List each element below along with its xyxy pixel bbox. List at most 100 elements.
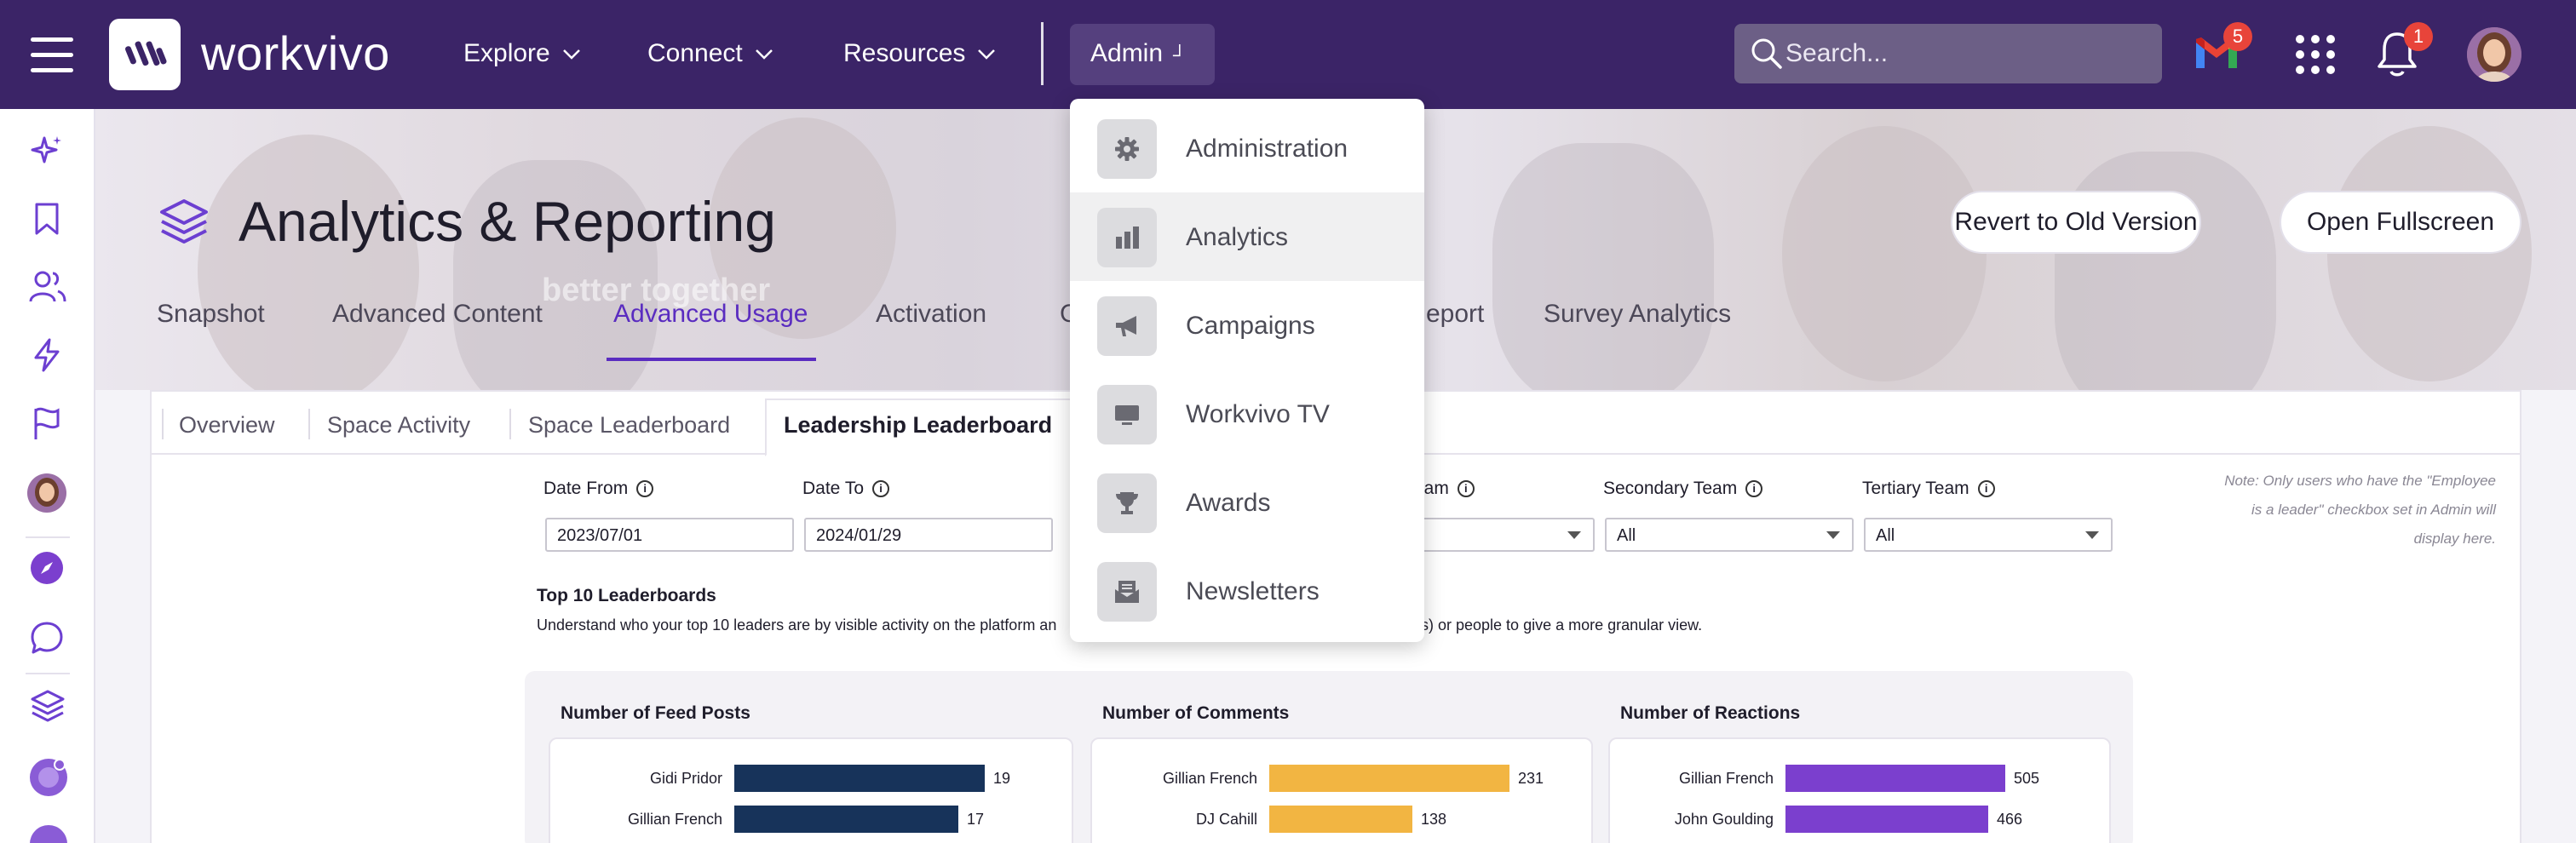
date-to-label-text: Date To xyxy=(802,479,864,498)
hamburger-menu-icon[interactable] xyxy=(31,37,73,72)
left-rail xyxy=(0,109,95,843)
secondary-team-label-text: Secondary Team xyxy=(1603,479,1738,498)
chart-title-reactions: Number of Reactions xyxy=(1620,703,1801,723)
menu-label: Newsletters xyxy=(1186,577,1320,605)
subtab-space-activity[interactable]: Space Activity xyxy=(327,412,470,439)
open-fullscreen-button[interactable]: Open Fullscreen xyxy=(2280,191,2521,254)
admin-dropdown-menu: Administration Analytics Campaigns Workv… xyxy=(1070,99,1424,642)
bar-label: Gillian French xyxy=(1678,770,1774,787)
flag-icon[interactable] xyxy=(29,405,65,441)
tab-activation[interactable]: Activation xyxy=(876,300,986,329)
tab-snapshot[interactable]: Snapshot xyxy=(157,300,265,329)
team-select[interactable] xyxy=(1414,518,1595,552)
secondary-team-select[interactable]: All xyxy=(1605,518,1854,552)
tertiary-team-label-text: Tertiary Team xyxy=(1862,479,1969,498)
info-icon[interactable]: i xyxy=(872,480,889,498)
date-from-input[interactable]: 2023/07/01 xyxy=(545,518,794,552)
bar-label: DJ Cahill xyxy=(1195,811,1257,828)
tv-icon xyxy=(1097,385,1157,444)
chart-bar[interactable] xyxy=(734,765,985,792)
sparkle-icon[interactable] xyxy=(29,133,65,169)
notifications-badge: 1 xyxy=(2404,22,2433,51)
gear-icon xyxy=(1097,119,1157,179)
info-icon[interactable]: i xyxy=(636,480,654,498)
lightning-icon[interactable] xyxy=(29,337,65,373)
trophy-icon xyxy=(1097,473,1157,533)
user-avatar[interactable] xyxy=(2467,27,2521,82)
newsletter-icon xyxy=(1097,562,1157,622)
chart-title-feed-posts: Number of Feed Posts xyxy=(561,703,750,723)
bookmark-icon[interactable] xyxy=(29,201,65,237)
chevron-down-icon xyxy=(562,49,580,60)
bar-label: Gidi Pridor xyxy=(649,770,722,787)
dropdown-arrow-icon xyxy=(2085,531,2099,539)
top-bar: workvivo Explore Connect Resources Admin… xyxy=(0,0,2576,109)
rail-divider xyxy=(26,536,70,538)
rail-divider xyxy=(26,673,70,674)
bar-value-label: 17 xyxy=(967,811,985,828)
layers-icon[interactable] xyxy=(29,688,66,724)
chart-bar[interactable] xyxy=(1269,765,1509,792)
section-title: Top 10 Leaderboards xyxy=(537,586,716,605)
space-avatar-icon[interactable] xyxy=(29,824,68,843)
chart-title-comments: Number of Comments xyxy=(1102,703,1290,723)
app-name[interactable]: workvivo xyxy=(201,26,390,81)
workvivo-logo-icon[interactable] xyxy=(109,19,181,90)
nav-divider xyxy=(1041,22,1044,85)
subtab-space-leaderboard[interactable]: Space Leaderboard xyxy=(528,412,730,439)
dropdown-arrow-icon xyxy=(1826,531,1840,539)
nav-resources[interactable]: Resources xyxy=(843,39,996,68)
nav-resources-label: Resources xyxy=(843,39,966,67)
apps-grid-icon[interactable] xyxy=(2295,34,2336,79)
revert-old-version-button[interactable]: Revert to Old Version xyxy=(1951,191,2201,254)
menu-item-newsletters[interactable]: Newsletters xyxy=(1070,547,1424,635)
admin-menu-button[interactable]: Admin ┘ xyxy=(1070,24,1215,85)
menu-item-analytics[interactable]: Analytics xyxy=(1070,192,1424,281)
subtab-overview[interactable]: Overview xyxy=(179,412,275,439)
tab-advanced-usage[interactable]: Advanced Usage xyxy=(613,300,808,329)
secondary-team-value: All xyxy=(1617,526,1636,545)
dropdown-arrow-icon xyxy=(1567,531,1581,539)
bar-chart-icon xyxy=(1097,208,1157,267)
tertiary-team-select[interactable]: All xyxy=(1864,518,2113,552)
active-tab-indicator xyxy=(607,358,816,361)
menu-item-workvivo-tv[interactable]: Workvivo TV xyxy=(1070,370,1424,458)
menu-item-administration[interactable]: Administration xyxy=(1070,104,1424,192)
date-from-label-text: Date From xyxy=(543,479,629,498)
compass-icon[interactable] xyxy=(29,550,65,586)
search-input[interactable] xyxy=(1785,24,2143,83)
chart-bar[interactable] xyxy=(1785,806,1988,833)
bar-value-label: 466 xyxy=(1997,811,2023,828)
info-icon[interactable]: i xyxy=(1457,480,1475,498)
secondary-team-label: Secondary Team i xyxy=(1603,479,1763,499)
menu-label: Administration xyxy=(1186,135,1348,163)
chart-bar[interactable] xyxy=(1785,765,2005,792)
nav-explore[interactable]: Explore xyxy=(463,39,581,68)
tab-advanced-content[interactable]: Advanced Content xyxy=(332,300,543,329)
subtab-leadership-leaderboard[interactable]: Leadership Leaderboard xyxy=(784,412,1052,439)
info-icon[interactable]: i xyxy=(1745,480,1763,498)
bar-value-label: 231 xyxy=(1518,770,1544,787)
tab-survey-analytics[interactable]: Survey Analytics xyxy=(1544,300,1731,329)
section-description-tail: n(s) or people to give a more granular v… xyxy=(1407,616,1703,634)
menu-item-awards[interactable]: Awards xyxy=(1070,458,1424,547)
tab-report-partial[interactable]: eport xyxy=(1426,300,1484,329)
people-icon[interactable] xyxy=(29,269,66,305)
space-avatar-icon[interactable] xyxy=(29,758,68,797)
menu-item-campaigns[interactable]: Campaigns xyxy=(1070,281,1424,370)
nav-explore-label: Explore xyxy=(463,39,550,67)
chart-bar[interactable] xyxy=(734,806,958,833)
search-box[interactable] xyxy=(1734,24,2162,83)
chart-bar[interactable] xyxy=(1269,806,1412,833)
section-description: Understand who your top 10 leaders are b… xyxy=(537,616,1057,634)
date-to-input[interactable]: 2024/01/29 xyxy=(804,518,1053,552)
search-icon xyxy=(1751,38,1782,69)
chat-bubble-icon[interactable] xyxy=(29,620,65,656)
nav-connect[interactable]: Connect xyxy=(647,39,773,68)
menu-label: Campaigns xyxy=(1186,312,1315,340)
profile-avatar[interactable] xyxy=(27,473,66,513)
admin-label: Admin xyxy=(1090,39,1164,67)
date-to-label: Date To i xyxy=(802,479,889,499)
info-icon[interactable]: i xyxy=(1977,480,1995,498)
chevron-down-icon xyxy=(755,49,773,60)
